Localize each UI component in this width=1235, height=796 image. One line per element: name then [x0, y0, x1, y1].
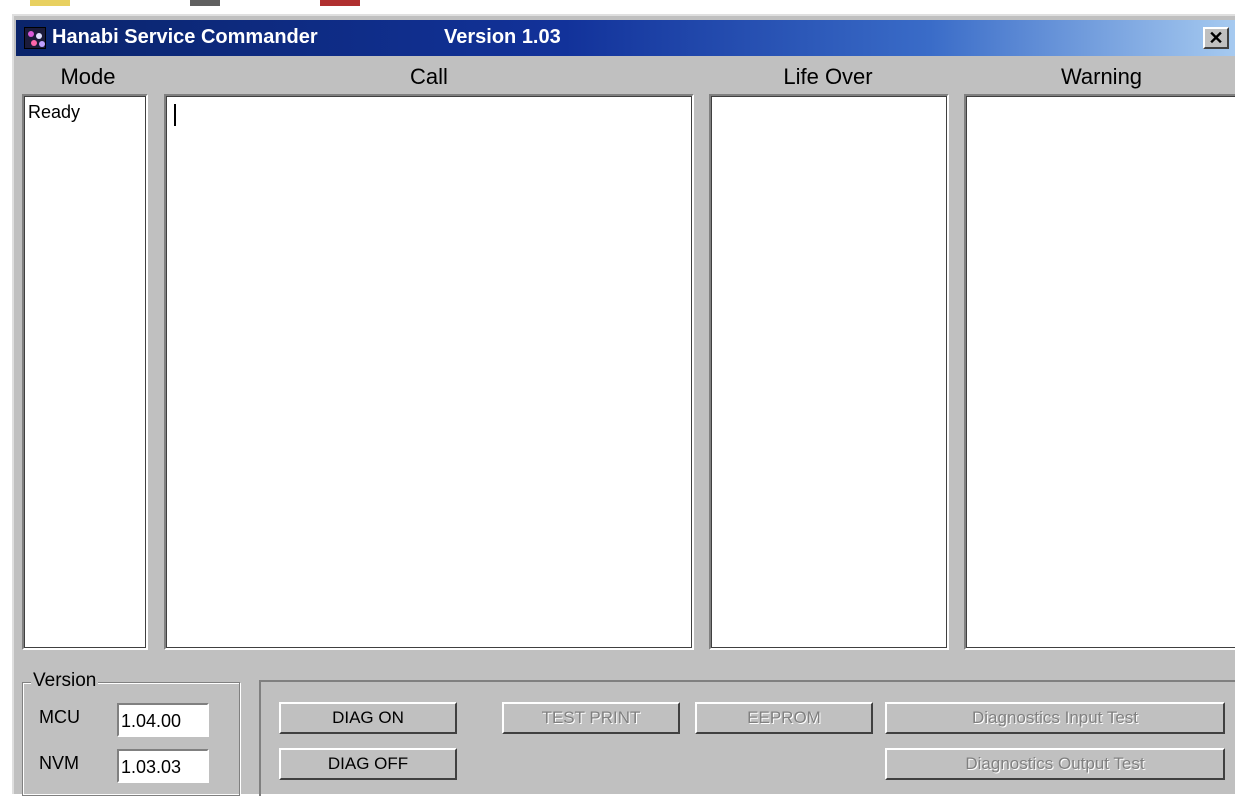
mode-column-label: Mode: [60, 64, 116, 89]
desktop-icon-fragment: [30, 0, 70, 6]
window-version-label: Version 1.03: [444, 26, 561, 48]
nvm-label: NVM: [39, 753, 79, 773]
warning-column-label: Warning: [1060, 64, 1143, 89]
desktop-icon-fragment: [190, 0, 220, 6]
warning-list[interactable]: [964, 94, 1235, 650]
diag-on-button[interactable]: DIAG ON: [279, 702, 457, 734]
version-group-legend: Version: [31, 670, 99, 692]
mcu-version-field[interactable]: 1.04.00: [117, 703, 209, 737]
version-groupbox: Version MCU 1.04.00 NVM 1.03.03: [22, 670, 240, 796]
life-over-list[interactable]: [709, 94, 949, 650]
fireworks-app-icon[interactable]: [24, 27, 46, 49]
command-button-panel: DIAG ON DIAG OFF TEST PRINT EEPROM Diagn…: [259, 680, 1235, 796]
mcu-version-value: 1.04.00: [121, 711, 182, 731]
desktop-icon-fragment: [320, 0, 360, 6]
life-over-column-label: Life Over: [783, 64, 873, 89]
desktop-background: [0, 0, 1235, 14]
eeprom-button[interactable]: EEPROM: [695, 702, 873, 734]
diagnostics-output-test-button[interactable]: Diagnostics Output Test: [885, 748, 1225, 780]
mcu-label: MCU: [39, 707, 80, 727]
text-cursor: [174, 104, 176, 126]
title-bar[interactable]: Hanabi Service Commander Version 1.03 ✕: [16, 20, 1235, 56]
close-button[interactable]: ✕: [1203, 27, 1229, 49]
test-print-button[interactable]: TEST PRINT: [502, 702, 680, 734]
window-title: Hanabi Service Commander: [52, 26, 318, 48]
mode-list[interactable]: Ready: [22, 94, 148, 650]
nvm-version-value: 1.03.03: [121, 757, 182, 777]
call-text-area[interactable]: [164, 94, 694, 650]
close-icon: ✕: [1208, 28, 1224, 48]
app-window: Hanabi Service Commander Version 1.03 ✕ …: [12, 14, 1235, 796]
nvm-version-field[interactable]: 1.03.03: [117, 749, 209, 783]
diag-off-button[interactable]: DIAG OFF: [279, 748, 457, 780]
diagnostics-input-test-button[interactable]: Diagnostics Input Test: [885, 702, 1225, 734]
call-column-label: Call: [410, 64, 448, 89]
mode-status-text: Ready: [28, 102, 81, 122]
